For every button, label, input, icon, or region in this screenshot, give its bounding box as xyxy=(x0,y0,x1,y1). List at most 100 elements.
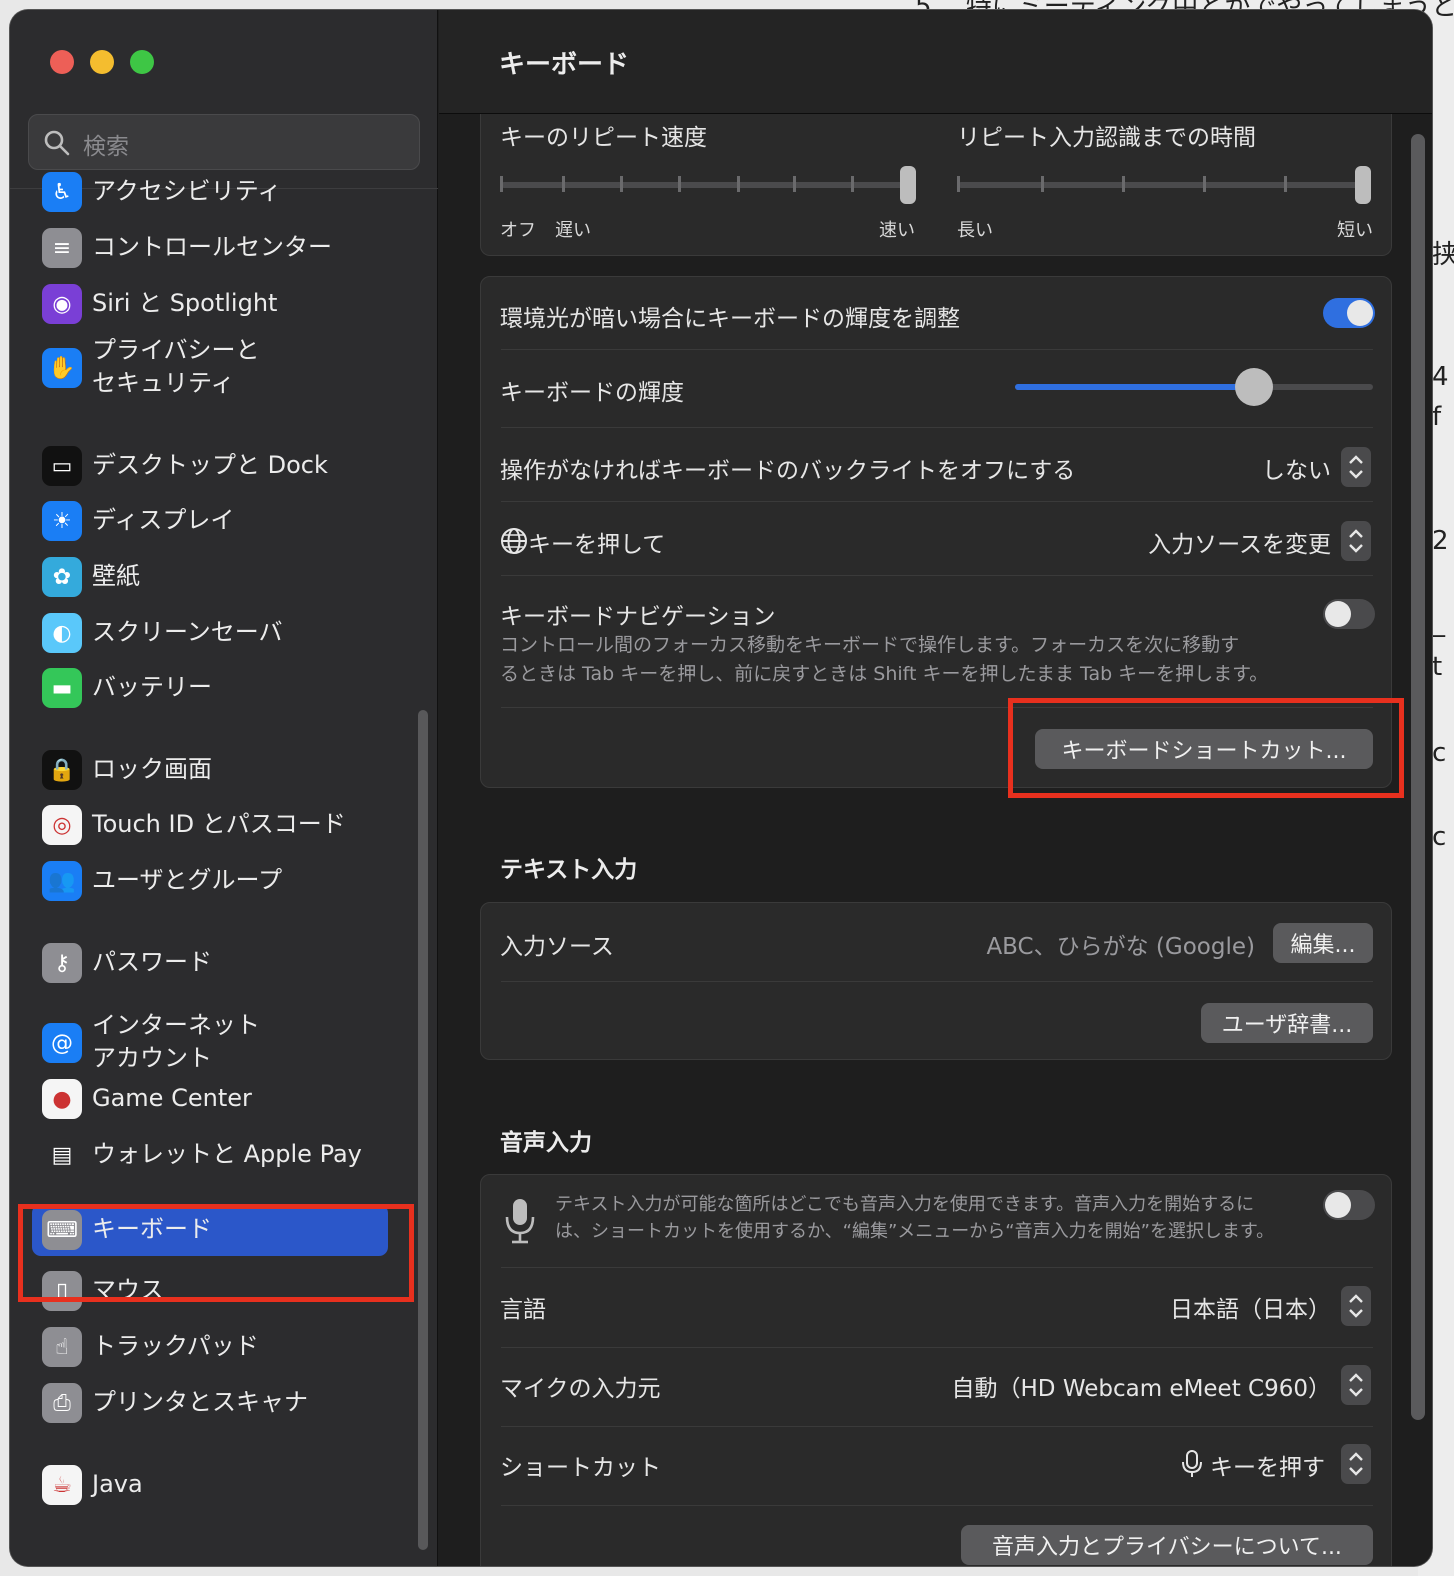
lock-icon: 🔒 xyxy=(42,750,82,790)
sidebar-item[interactable]: ▬ バッテリー xyxy=(32,662,388,714)
dictation-privacy-button[interactable]: 音声入力とプライバシーについて... xyxy=(961,1525,1373,1565)
sidebar-scrollbar[interactable] xyxy=(418,710,428,1550)
background-text: 挟 xyxy=(1432,240,1454,270)
sidebar-item[interactable]: ✿ 壁紙 xyxy=(32,551,388,603)
auto-brightness-toggle[interactable] xyxy=(1323,298,1375,328)
background-text: t xyxy=(1432,652,1443,682)
user-dictionary-button[interactable]: ユーザ辞書... xyxy=(1201,1003,1373,1043)
minimize-window-button[interactable] xyxy=(90,50,114,74)
sidebar-item[interactable]: ◐ スクリーンセーバ xyxy=(32,607,388,659)
sidebar-item-label: トラックパッド xyxy=(92,1332,259,1360)
title-bar: キーボード xyxy=(439,10,1432,114)
sidebar-item-label: インターネット アカウント xyxy=(92,1011,260,1072)
sidebar-item[interactable]: ⎙ プリンタとスキャナ xyxy=(32,1377,388,1429)
close-window-button[interactable] xyxy=(50,50,74,74)
language-stepper[interactable] xyxy=(1341,1286,1371,1326)
keyboard-navigation-desc-2: るときは Tab キーを押し、前に戻すときは Shift キーを押したまま Ta… xyxy=(500,663,1269,685)
sidebar-item[interactable]: 🔒 ロック画面 xyxy=(32,744,388,796)
key-repeat-group: キーのリピート速度 リピート入力認識までの時間 オフ 遅い 速い 長い 短い xyxy=(480,114,1392,256)
microphone-key-icon xyxy=(1182,1450,1202,1477)
backlight-off-value[interactable]: しない xyxy=(1262,451,1331,485)
globe-key-value[interactable]: 入力ソースを変更 xyxy=(1148,525,1331,559)
input-sources-value: ABC、ひらがな (Google) xyxy=(986,934,1255,960)
sidebar-item[interactable]: 👥 ユーザとグループ xyxy=(32,855,388,907)
flower-icon: ✿ xyxy=(42,557,82,597)
sidebar-item[interactable]: ● Game Center xyxy=(32,1073,388,1125)
globe-key-stepper[interactable] xyxy=(1341,521,1371,561)
zoom-window-button[interactable] xyxy=(130,50,154,74)
sidebar: 検索 ♿ アクセシビリティ ≡ コントロールセンター ◉ Siri と Spotlight… xyxy=(10,10,438,1566)
siri-icon: ◉ xyxy=(42,284,82,324)
sidebar-item[interactable]: ◉ Siri と Spotlight xyxy=(32,278,388,330)
row-divider xyxy=(501,349,1373,350)
backlight-off-stepper[interactable] xyxy=(1341,447,1371,487)
users-icon: 👥 xyxy=(42,861,82,901)
search-field[interactable]: 検索 xyxy=(28,114,420,170)
sidebar-item[interactable]: ≡ コントロールセンター xyxy=(32,222,388,274)
sidebar-item[interactable]: ▭ デスクトップと Dock xyxy=(32,440,388,492)
sidebar-item-label: プライバシーと セキュリティ xyxy=(92,336,260,397)
mic-source-value[interactable]: 自動（HD Webcam eMeet C960） xyxy=(952,1369,1332,1403)
repeat-rate-slider[interactable] xyxy=(497,164,921,208)
wallet-icon: ▤ xyxy=(42,1135,82,1175)
java-icon: ☕ xyxy=(42,1465,82,1505)
row-divider xyxy=(501,1347,1373,1348)
sidebar-item[interactable]: ☕ Java xyxy=(32,1459,388,1511)
sidebar-item-label: ディスプレイ xyxy=(92,506,235,534)
dictation-shortcut-label: ショートカット xyxy=(500,1455,661,1481)
at-icon: @ xyxy=(42,1023,82,1063)
background-text: c xyxy=(1432,822,1447,852)
keyboard-navigation-toggle[interactable] xyxy=(1323,599,1375,629)
brightness-slider[interactable] xyxy=(1013,365,1377,409)
search-placeholder: 検索 xyxy=(83,134,129,160)
sidebar-item[interactable]: ▤ ウォレットと Apple Pay xyxy=(32,1129,388,1181)
sidebar-item-label: Touch ID とパスコード xyxy=(92,810,346,838)
row-divider xyxy=(501,575,1373,576)
sidebar-item[interactable]: ♿ アクセシビリティ xyxy=(32,166,388,218)
sidebar-item[interactable]: ☀ ディスプレイ xyxy=(32,495,388,547)
globe-icon xyxy=(501,528,527,554)
row-divider xyxy=(501,427,1373,428)
control-center-icon: ≡ xyxy=(42,228,82,268)
dictation-shortcut-value[interactable]: キーを押す xyxy=(1210,1448,1325,1482)
dock-icon: ▭ xyxy=(42,446,82,486)
row-divider xyxy=(501,501,1373,502)
search-icon xyxy=(44,130,70,156)
dictation-heading: 音声入力 xyxy=(500,1130,592,1156)
dictation-toggle[interactable] xyxy=(1323,1190,1375,1220)
sidebar-item-label: プリンタとスキャナ xyxy=(92,1388,308,1416)
repeat-delay-slider[interactable] xyxy=(954,164,1378,208)
mic-source-stepper[interactable] xyxy=(1341,1365,1371,1405)
repeat-delay-label: リピート入力認識までの時間 xyxy=(957,125,1256,151)
edit-input-sources-button[interactable]: 編集... xyxy=(1273,923,1373,963)
hand-icon: ✋ xyxy=(42,348,82,388)
text-input-heading: テキスト入力 xyxy=(500,857,638,883)
auto-brightness-label: 環境光が暗い場合にキーボードの輝度を調整 xyxy=(500,306,960,332)
sidebar-item[interactable]: ◎ Touch ID とパスコード xyxy=(32,799,388,851)
sidebar-item[interactable]: @ インターネット アカウント xyxy=(32,1005,388,1081)
repeat-rate-off: オフ xyxy=(500,220,536,241)
sidebar-item[interactable]: ⚷ パスワード xyxy=(32,937,388,989)
sidebar-item[interactable]: ✋ プライバシーと セキュリティ xyxy=(32,330,388,406)
keyboard-navigation-desc-1: コントロール間のフォーカス移動をキーボードで操作します。フォーカスを次に移動す xyxy=(500,634,1240,656)
row-divider xyxy=(501,1267,1373,1268)
accessibility-icon: ♿ xyxy=(42,172,82,212)
background-text: c xyxy=(1432,738,1447,768)
main-scrollbar[interactable] xyxy=(1411,134,1425,1420)
text-input-group: 入力ソース ABC、ひらがな (Google) 編集... ユーザ辞書... xyxy=(480,902,1392,1060)
repeat-delay-long: 長い xyxy=(957,220,993,241)
printer-icon: ⎙ xyxy=(42,1383,82,1423)
background-text: _ xyxy=(1432,608,1445,638)
repeat-delay-short: 短い xyxy=(1337,220,1373,241)
sidebar-item-label: バッテリー xyxy=(92,673,212,701)
sidebar-item-label: ロック画面 xyxy=(92,755,212,783)
dictation-shortcut-stepper[interactable] xyxy=(1341,1444,1371,1484)
sidebar-item-label: アクセシビリティ xyxy=(92,177,282,205)
sidebar-item-label: ウォレットと Apple Pay xyxy=(92,1140,362,1168)
repeat-rate-slow: 遅い xyxy=(555,220,591,241)
row-divider xyxy=(501,1426,1373,1427)
background-text: 4 xyxy=(1432,362,1449,392)
language-value[interactable]: 日本語（日本） xyxy=(1170,1290,1331,1324)
sidebar-item[interactable]: ☝ トラックパッド xyxy=(32,1321,388,1373)
trackpad-icon: ☝ xyxy=(42,1327,82,1367)
